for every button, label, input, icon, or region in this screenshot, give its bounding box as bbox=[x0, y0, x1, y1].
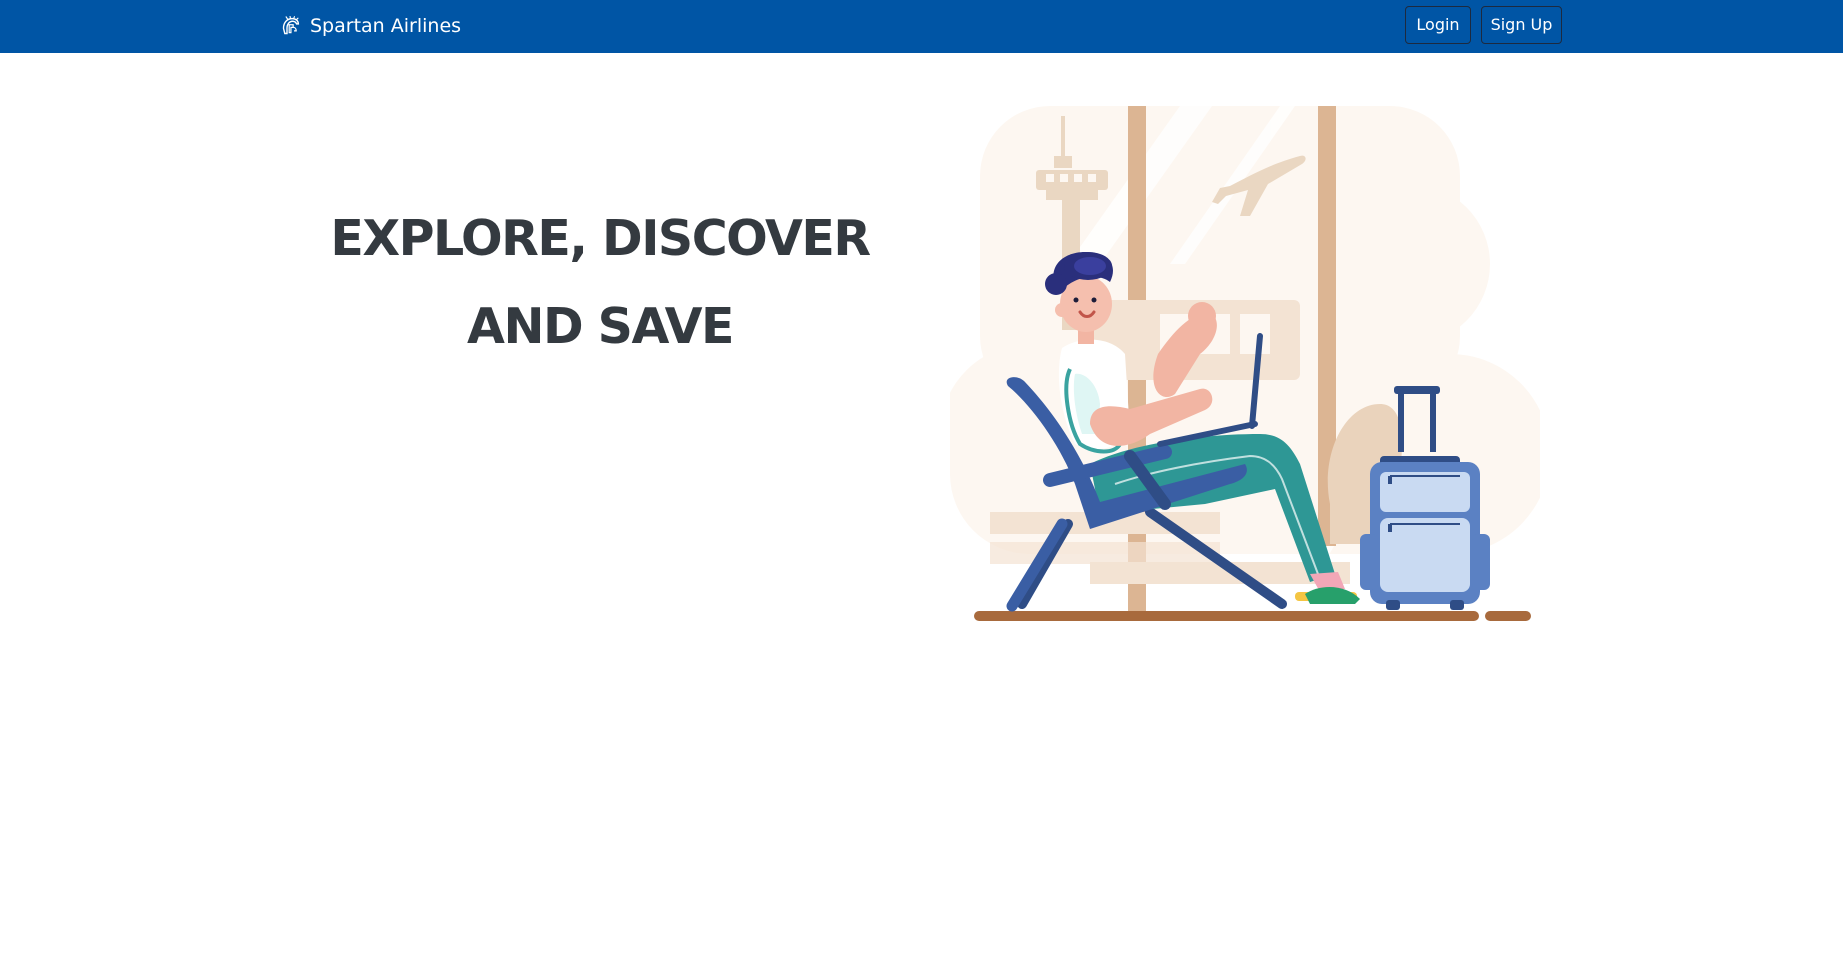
signup-button[interactable]: Sign Up bbox=[1481, 6, 1562, 44]
brand-link[interactable]: Spartan Airlines bbox=[280, 12, 461, 40]
login-button[interactable]: Login bbox=[1405, 6, 1471, 44]
traveler-illustration bbox=[950, 106, 1540, 621]
hero-title-line-1: EXPLORE, DISCOVER bbox=[330, 210, 871, 267]
top-navbar: Spartan Airlines Login Sign Up bbox=[0, 0, 1843, 53]
spartan-helmet-icon bbox=[282, 15, 300, 34]
hero-title: EXPLORE, DISCOVER AND SAVE bbox=[300, 195, 900, 371]
hero-title-line-2: AND SAVE bbox=[467, 298, 734, 355]
floor-line bbox=[974, 611, 1531, 621]
brand-name: Spartan Airlines bbox=[310, 15, 462, 37]
